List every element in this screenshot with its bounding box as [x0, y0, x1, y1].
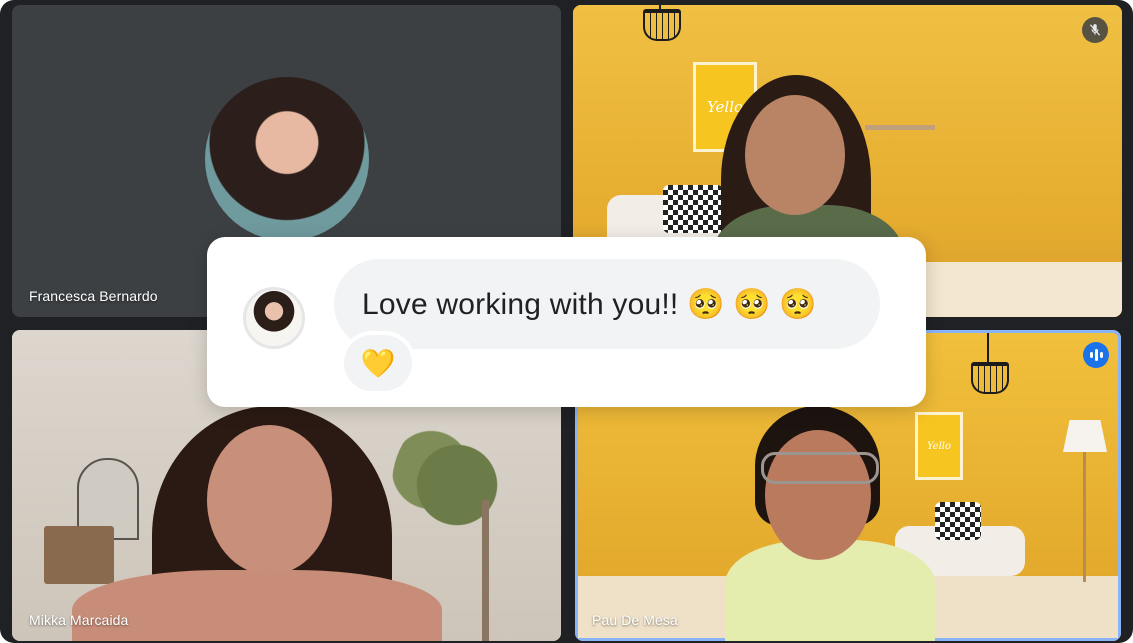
participant-face	[745, 95, 845, 215]
yello-poster: Yello	[915, 412, 963, 480]
participant-body	[72, 570, 442, 641]
participant-name: Mikka Marcaida	[29, 612, 129, 628]
indoor-tree	[392, 410, 522, 560]
sender-avatar	[243, 287, 305, 349]
floor-lamp	[1063, 420, 1107, 452]
participant-avatar	[205, 77, 369, 241]
pendant-lamp	[971, 362, 1009, 394]
participant-glasses	[761, 452, 879, 484]
participant-face	[765, 430, 871, 560]
floor-lamp-stand	[1083, 452, 1086, 582]
chat-message-card: Love working with you!! 🥺 🥺 🥺 💛	[207, 237, 926, 407]
wall-shelf	[865, 125, 935, 130]
chat-message-text: Love working with you!! 🥺 🥺 🥺	[362, 287, 817, 321]
audio-level-icon	[1083, 342, 1109, 368]
participant-name: Francesca Bernardo	[29, 288, 158, 304]
participant-face	[207, 425, 332, 575]
meeting-grid: Francesca Bernardo Yello Mikka Marcaida …	[0, 0, 1133, 643]
checkered-pillow	[663, 185, 723, 233]
pendant-lamp	[643, 9, 681, 41]
lamp-cord	[987, 333, 989, 363]
dresser	[44, 526, 114, 584]
reaction-emoji[interactable]: 💛	[344, 335, 412, 391]
checkered-pillow	[935, 502, 981, 540]
mic-off-icon[interactable]	[1082, 17, 1108, 43]
participant-name: Pau De Mesa	[592, 612, 678, 628]
chat-bubble: Love working with you!! 🥺 🥺 🥺	[334, 259, 880, 349]
tree-trunk	[482, 500, 489, 641]
